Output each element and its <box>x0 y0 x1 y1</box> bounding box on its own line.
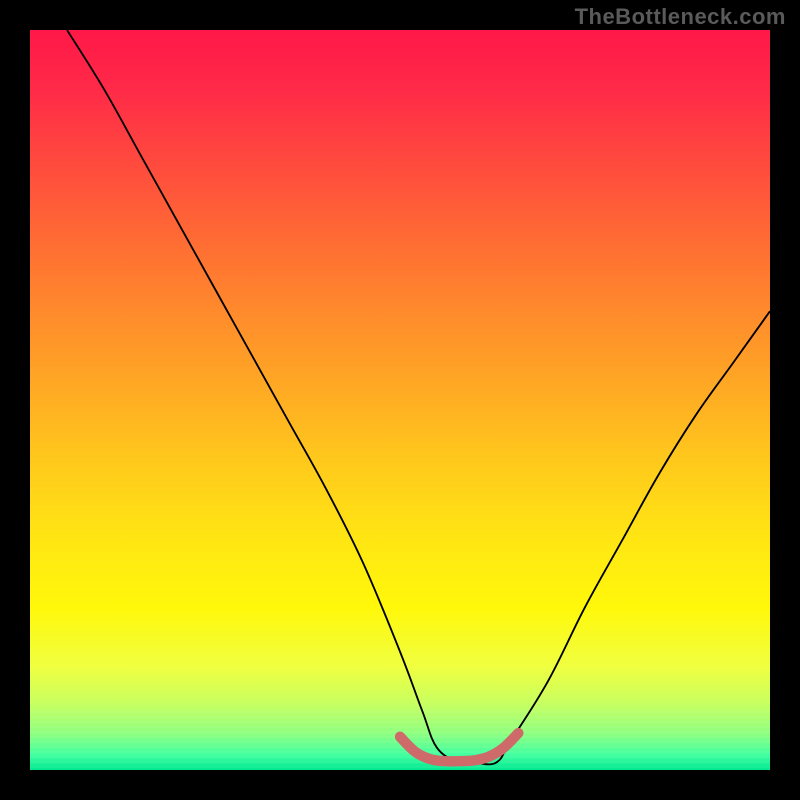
plot-area <box>30 30 770 770</box>
bottleneck-curve <box>67 30 770 764</box>
curve-svg <box>30 30 770 770</box>
chart-frame: TheBottleneck.com <box>0 0 800 800</box>
watermark-text: TheBottleneck.com <box>575 4 786 30</box>
